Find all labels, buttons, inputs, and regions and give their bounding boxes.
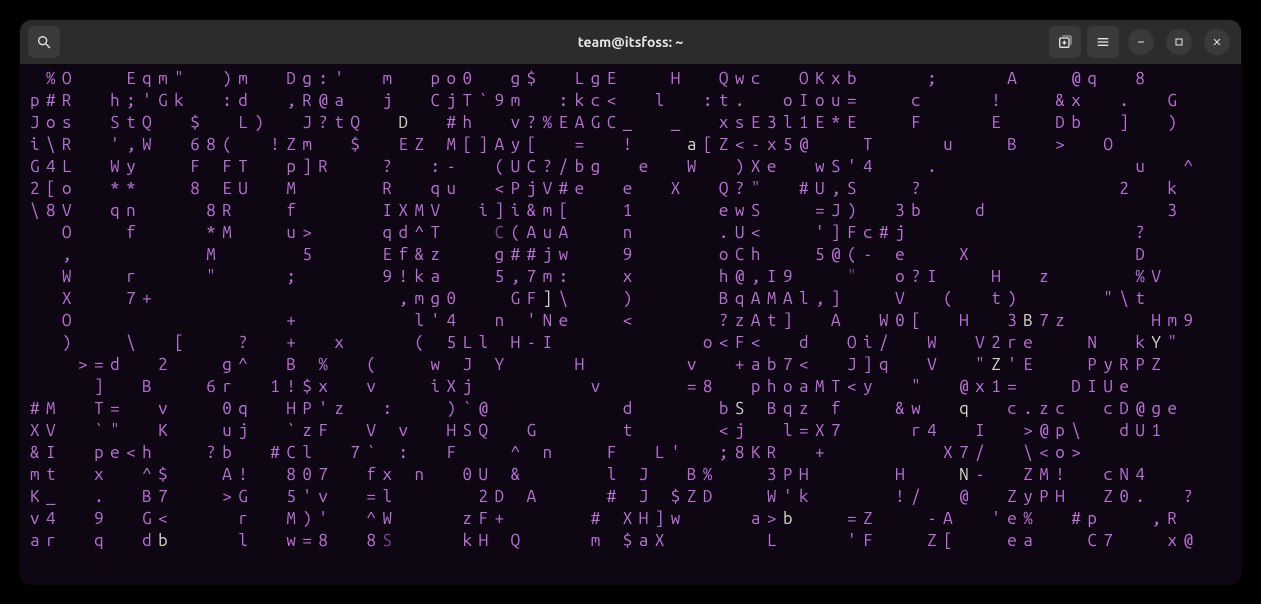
hamburger-menu-icon [1095,34,1111,50]
terminal-viewport[interactable]: %O Eqm" )m Dg:' m po0 g$ LgE H Qwc OKxb … [20,64,1241,584]
new-tab-icon [1057,34,1073,50]
minimize-button[interactable] [1128,29,1154,55]
close-button[interactable] [1204,29,1230,55]
terminal-window: team@itsfoss: ~ %O Eqm" )m Dg:' m po0 g$… [20,20,1241,584]
maximize-icon [1173,36,1185,48]
new-tab-button[interactable] [1049,26,1081,58]
close-icon [1211,36,1223,48]
menu-button[interactable] [1087,26,1119,58]
minimize-icon [1135,36,1147,48]
search-icon [36,34,52,50]
matrix-rain-output: %O Eqm" )m Dg:' m po0 g$ LgE H Qwc OKxb … [30,68,1231,552]
titlebar: team@itsfoss: ~ [20,20,1241,64]
maximize-button[interactable] [1166,29,1192,55]
search-button[interactable] [28,26,60,58]
